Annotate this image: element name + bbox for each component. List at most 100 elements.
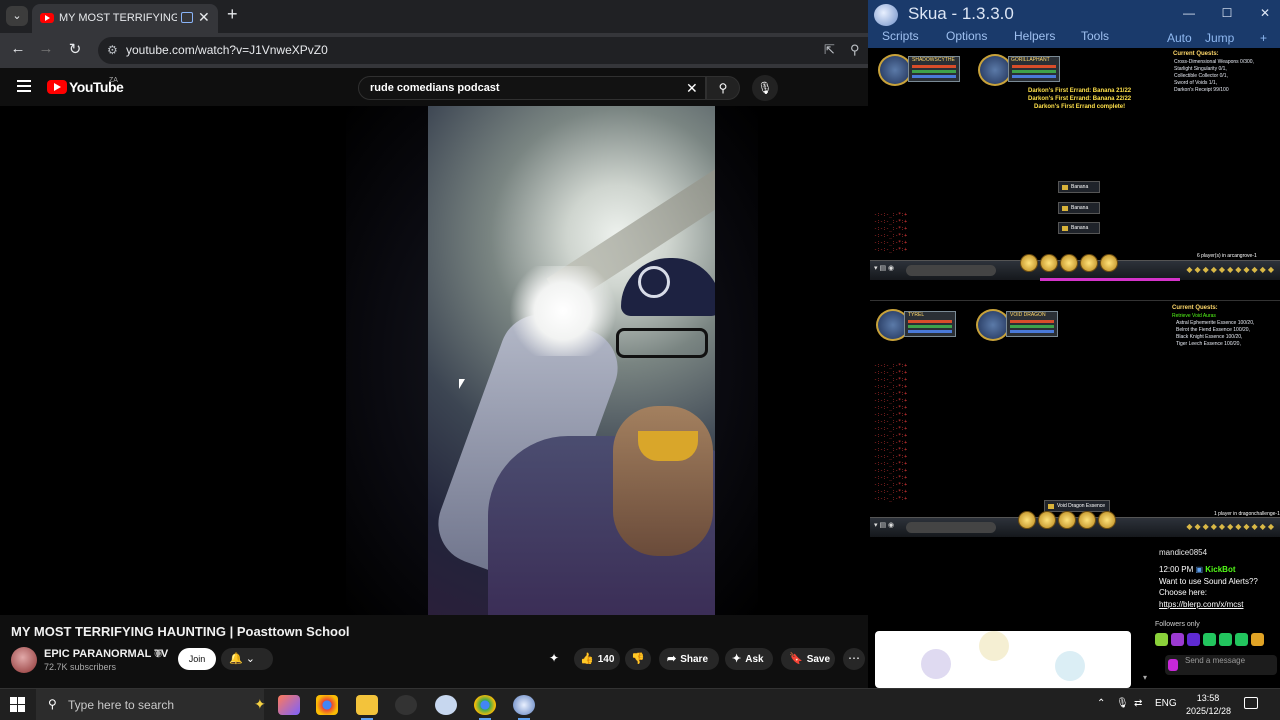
menu-tools[interactable]: Tools: [1081, 29, 1109, 43]
maximize-icon[interactable]: ☐: [1217, 6, 1237, 20]
drop-item[interactable]: Banana: [1058, 202, 1100, 214]
channel-avatar[interactable]: [11, 647, 37, 673]
join-button[interactable]: Join: [178, 648, 216, 670]
taskbar-clock[interactable]: 13:58 2025/12/28: [1186, 692, 1231, 718]
game-menu-icons[interactable]: ◆◆◆◆◆◆◆◆◆◆◆: [1186, 265, 1276, 274]
tab-close-button[interactable]: ✕: [198, 9, 210, 26]
menu-scripts[interactable]: Scripts: [882, 29, 919, 43]
tab-search-button[interactable]: ⌄: [6, 6, 28, 26]
quest-line: Darkon's Receipt 99/100: [1174, 87, 1229, 93]
skill-icon[interactable]: [1078, 511, 1096, 529]
chrome-app-icon[interactable]: [316, 695, 338, 715]
chat-link[interactable]: https://blerp.com/x/mcst: [1159, 600, 1243, 609]
search-highlight-icon[interactable]: ✦: [254, 696, 266, 713]
share-button[interactable]: ➦ Share: [659, 648, 719, 670]
emote-icon[interactable]: [1155, 633, 1168, 646]
menu-options[interactable]: Options: [946, 29, 987, 43]
dislike-button[interactable]: 👎: [625, 648, 651, 670]
new-tab-button[interactable]: +: [227, 4, 238, 25]
menu-jump[interactable]: Jump: [1205, 31, 1234, 45]
skill-icon[interactable]: [1058, 511, 1076, 529]
minimize-icon[interactable]: —: [1179, 6, 1199, 20]
media-playing-icon[interactable]: [181, 12, 193, 23]
drop-item[interactable]: Banana: [1058, 181, 1100, 193]
video-player[interactable]: [0, 106, 868, 615]
bot-name[interactable]: KickBot: [1205, 565, 1235, 574]
like-button[interactable]: 👍 140: [574, 648, 620, 670]
skill-icon[interactable]: [1018, 511, 1036, 529]
snipping-tool-icon[interactable]: [435, 695, 457, 715]
game-chat-input[interactable]: [906, 265, 996, 276]
menu-auto[interactable]: Auto: [1167, 31, 1192, 45]
chat-send-input[interactable]: Send a message: [1165, 655, 1277, 675]
skill-icon[interactable]: [1060, 254, 1078, 272]
target-portrait[interactable]: [976, 309, 1010, 341]
channel-name[interactable]: EPIC PARANORMAL TV: [44, 648, 168, 660]
search-query[interactable]: rude comedians podcast: [370, 82, 500, 94]
add-icon[interactable]: +: [1260, 31, 1267, 45]
taskbar-search-placeholder[interactable]: Type here to search: [68, 698, 174, 712]
close-icon[interactable]: ✕: [1255, 6, 1275, 20]
reload-icon[interactable]: ↻: [65, 40, 85, 58]
search-icon: ⚲: [48, 697, 57, 711]
tray-chevron-icon[interactable]: ⌃: [1097, 698, 1105, 709]
game-client-1[interactable]: SHADOWSCYTHE GORILLAPHANT Current Quests…: [870, 48, 1280, 298]
clear-search-icon[interactable]: ✕: [686, 80, 698, 97]
skill-icon[interactable]: [1040, 254, 1058, 272]
obs-app-icon[interactable]: [395, 695, 417, 715]
game-menu-icons[interactable]: ◆◆◆◆◆◆◆◆◆◆◆: [1186, 522, 1276, 531]
desktop: ⌄ MY MOST TERRIFYING HAU ✕ + ← → ↻ ⚙ you…: [0, 0, 1280, 720]
file-explorer-icon[interactable]: [356, 695, 378, 715]
install-app-icon[interactable]: ⇱: [824, 42, 835, 58]
language-indicator[interactable]: ENG: [1155, 698, 1177, 709]
youtube-logo-icon[interactable]: [47, 80, 67, 94]
emote-icon[interactable]: [1251, 633, 1264, 646]
video-frame[interactable]: [428, 106, 715, 615]
chat-toggle-icon[interactable]: ▾ ▤ ◉: [874, 264, 894, 272]
menu-icon[interactable]: [17, 80, 31, 92]
more-actions-icon[interactable]: ⋯: [843, 648, 865, 670]
back-arrow-icon[interactable]: ←: [8, 40, 28, 57]
emote-icon[interactable]: [1203, 633, 1216, 646]
save-button[interactable]: 🔖 Save: [781, 648, 835, 670]
player-portrait[interactable]: [878, 54, 912, 86]
skill-icon[interactable]: [1038, 511, 1056, 529]
notification-bell-button[interactable]: 🔔 ⌄: [221, 648, 273, 670]
skua-titlebar: Skua - 1.3.3.0 — ☐ ✕ Scripts Options Hel…: [868, 0, 1280, 48]
ambient-mode-icon[interactable]: ✦: [549, 651, 559, 665]
skua-window: Skua - 1.3.3.0 — ☐ ✕ Scripts Options Hel…: [868, 0, 1280, 545]
game-client-2[interactable]: TYREL VOID DRAGON Current Quests: Retrie…: [870, 300, 1280, 542]
notification-center-icon[interactable]: [1244, 697, 1258, 709]
emote-icon[interactable]: [1235, 633, 1248, 646]
tab-youtube[interactable]: MY MOST TERRIFYING HAU ✕: [32, 4, 218, 33]
network-icon[interactable]: ⇄: [1134, 698, 1142, 709]
ask-button[interactable]: ✦ Ask: [725, 648, 773, 670]
emote-icon[interactable]: [1171, 633, 1184, 646]
microphone-tray-icon[interactable]: 🎙: [1116, 698, 1129, 709]
skill-icon[interactable]: [1080, 254, 1098, 272]
game-chat-input[interactable]: [906, 522, 996, 533]
microphone-icon[interactable]: 🎙: [752, 75, 778, 101]
chat-toggle-icon[interactable]: ▾ ▤ ◉: [874, 521, 894, 529]
taskbar-search[interactable]: ⚲ Type here to search ✦: [36, 689, 266, 720]
search-input[interactable]: rude comedians podcast ✕: [358, 76, 706, 100]
drop-item[interactable]: Banana: [1058, 222, 1100, 234]
url-text[interactable]: youtube.com/watch?v=J1VnweXPvZ0: [126, 43, 328, 57]
site-info-icon[interactable]: ⚙: [107, 43, 118, 57]
chrome-profile-icon[interactable]: [474, 695, 496, 715]
skua-app-icon[interactable]: [513, 695, 535, 715]
target-portrait[interactable]: [978, 54, 1012, 86]
forward-arrow-icon[interactable]: →: [36, 40, 56, 57]
menu-helpers[interactable]: Helpers: [1014, 29, 1055, 43]
skill-icon[interactable]: [1098, 511, 1116, 529]
skill-icon[interactable]: [1020, 254, 1038, 272]
windows-start-icon[interactable]: [10, 697, 25, 712]
copilot-app-icon[interactable]: [278, 695, 300, 715]
skill-icon[interactable]: [1100, 254, 1118, 272]
emote-icon[interactable]: [1219, 633, 1232, 646]
drop-item[interactable]: Void Dragon Essence: [1044, 500, 1110, 512]
address-bar[interactable]: ⚙ youtube.com/watch?v=J1VnweXPvZ0 ⇱ ⚲: [98, 37, 868, 64]
search-icon[interactable]: ⚲: [706, 76, 740, 100]
emote-icon[interactable]: [1187, 633, 1200, 646]
zoom-icon[interactable]: ⚲: [850, 42, 860, 58]
